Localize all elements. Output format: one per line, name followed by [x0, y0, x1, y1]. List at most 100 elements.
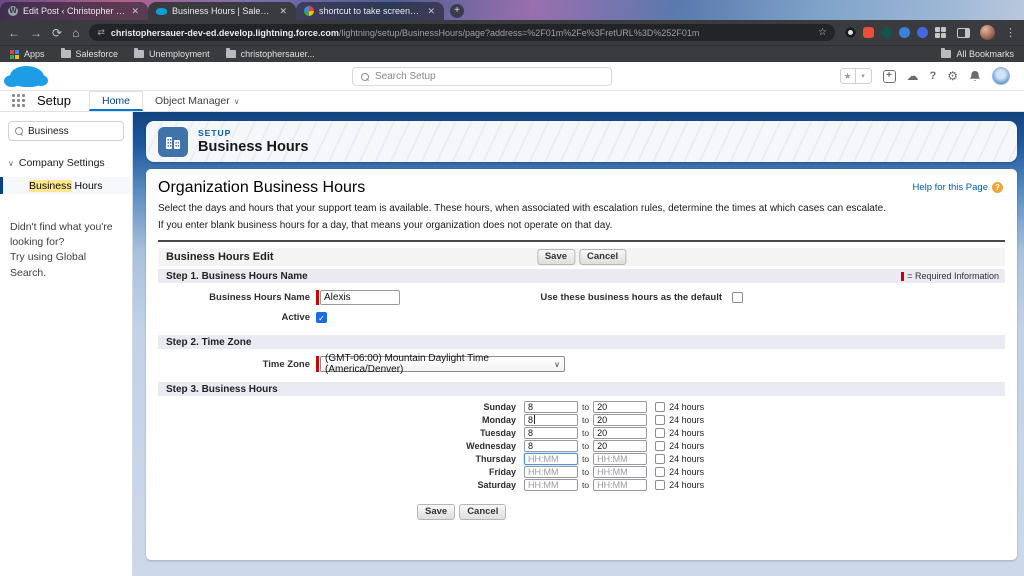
side-panel-icon[interactable] — [957, 28, 970, 38]
save-button-bottom[interactable]: Save — [417, 504, 455, 520]
day-row: Sunday8to2024 hours — [158, 400, 1005, 413]
forward-icon[interactable]: → — [30, 27, 42, 39]
extension-icon-5[interactable] — [917, 27, 928, 38]
favorites-control[interactable]: ★ ▾ — [840, 68, 872, 84]
page-header-banner: SETUP Business Hours — [146, 121, 1017, 162]
tab-title: Business Hours | Salesforce — [172, 6, 273, 16]
help-for-page-link[interactable]: Help for this Page ? — [912, 182, 1003, 193]
time-input[interactable]: 8 — [524, 414, 578, 426]
time-input[interactable]: 20 — [593, 427, 647, 439]
business-hours-name-input[interactable]: Alexis — [320, 290, 400, 305]
text-cursor — [534, 415, 535, 424]
extension-icon-2[interactable] — [863, 27, 874, 38]
trailhead-cloud-icon[interactable]: ☁ — [907, 70, 919, 82]
tab-home[interactable]: Home — [89, 91, 143, 111]
help-icon[interactable]: ? — [930, 71, 937, 82]
home-icon[interactable]: ⌂ — [72, 27, 79, 39]
default-checkbox[interactable] — [732, 292, 743, 303]
hours-24-label: 24 hours — [669, 428, 704, 438]
hours-24-checkbox[interactable] — [655, 441, 665, 451]
user-avatar[interactable] — [992, 67, 1010, 85]
to-label: to — [582, 415, 589, 425]
active-checkbox[interactable]: ✓ — [316, 312, 327, 323]
tree-group-company-settings[interactable]: ∨ Company Settings — [8, 157, 132, 169]
apps-grid-icon — [10, 50, 19, 59]
extensions-puzzle-icon[interactable] — [935, 27, 947, 39]
day-label: Tuesday — [158, 428, 524, 438]
time-zone-select[interactable]: (GMT-06:00) Mountain Daylight Time (Amer… — [320, 356, 565, 372]
url-bar[interactable]: ⇄ christophersauer-dev-ed.develop.lightn… — [89, 24, 835, 41]
time-input[interactable]: 8 — [524, 440, 578, 452]
tab-wordpress[interactable]: W Edit Post ‹ Christopher Sau ✕ — [0, 2, 148, 20]
quick-create-icon[interactable]: + — [883, 70, 896, 83]
folder-icon — [941, 50, 951, 58]
hours-24-checkbox[interactable] — [655, 480, 665, 490]
time-input[interactable]: HH:MM — [593, 466, 647, 478]
bookmark-folder-salesforce[interactable]: Salesforce — [61, 49, 119, 59]
sidebar-item-business-hours[interactable]: Business Hours — [0, 177, 132, 194]
app-launcher-icon[interactable] — [12, 94, 27, 109]
breadcrumb: SETUP — [198, 128, 308, 138]
extension-icon-1[interactable] — [845, 27, 856, 38]
salesforce-global-header: Search Setup ★ ▾ + ☁ ? ⚙ — [0, 62, 1024, 91]
hours-24-checkbox[interactable] — [655, 415, 665, 425]
setup-search-box[interactable]: Search Setup — [352, 67, 612, 86]
cancel-button-top[interactable]: Cancel — [579, 249, 626, 265]
chrome-profile-avatar[interactable] — [980, 25, 995, 40]
hours-24-checkbox[interactable] — [655, 454, 665, 464]
bookmark-star-icon[interactable]: ☆ — [818, 27, 827, 38]
time-input[interactable]: 20 — [593, 440, 647, 452]
time-input[interactable]: HH:MM — [524, 479, 578, 491]
extension-icon-3[interactable] — [881, 27, 892, 38]
time-input[interactable]: 8 — [524, 427, 578, 439]
time-input[interactable]: HH:MM — [524, 466, 578, 478]
sidebar-search-input[interactable]: Business — [8, 121, 124, 141]
hours-24-checkbox[interactable] — [655, 428, 665, 438]
hours-24-checkbox[interactable] — [655, 467, 665, 477]
favorites-chevron-icon[interactable]: ▾ — [856, 68, 872, 84]
time-input[interactable]: HH:MM — [593, 479, 647, 491]
day-row: SaturdayHH:MMtoHH:MM24 hours — [158, 478, 1005, 491]
reload-icon[interactable]: ⟳ — [52, 27, 62, 39]
hours-24-checkbox[interactable] — [655, 402, 665, 412]
time-zone-label: Time Zone — [158, 359, 316, 370]
cancel-button-bottom[interactable]: Cancel — [459, 504, 506, 520]
save-button-top[interactable]: Save — [537, 249, 575, 265]
notifications-bell-icon[interactable] — [969, 70, 981, 83]
day-row: ThursdayHH:MMtoHH:MM24 hours — [158, 452, 1005, 465]
browser-toolbar: ← → ⟳ ⌂ ⇄ christophersauer-dev-ed.develo… — [0, 20, 1024, 45]
all-bookmarks[interactable]: All Bookmarks — [941, 49, 1014, 59]
favorites-star-icon[interactable]: ★ — [840, 68, 856, 84]
salesforce-cloud-icon — [156, 8, 167, 15]
folder-icon — [134, 50, 144, 58]
bookmark-apps[interactable]: Apps — [10, 49, 45, 59]
extensions-row — [845, 27, 947, 39]
edit-section-header: Business Hours Edit Save Cancel — [158, 248, 1005, 266]
description-line-1: Select the days and hours that your supp… — [158, 203, 1005, 214]
time-input[interactable]: HH:MM — [524, 453, 578, 465]
time-input[interactable]: 8 — [524, 401, 578, 413]
back-icon[interactable]: ← — [8, 27, 20, 39]
time-input[interactable]: HH:MM — [593, 453, 647, 465]
hours-24-label: 24 hours — [669, 480, 704, 490]
day-label: Thursday — [158, 454, 524, 464]
site-info-icon[interactable]: ⇄ — [97, 27, 105, 38]
extension-icon-4[interactable] — [899, 27, 910, 38]
bookmark-folder-unemployment[interactable]: Unemployment — [134, 49, 210, 59]
url-domain: christophersauer-dev-ed.develop.lightnin… — [111, 28, 339, 38]
help-question-icon: ? — [992, 182, 1003, 193]
close-icon[interactable]: ✕ — [278, 6, 288, 17]
close-icon[interactable]: ✕ — [130, 6, 140, 17]
setup-gear-icon[interactable]: ⚙ — [947, 70, 958, 82]
new-tab-button[interactable]: + — [450, 4, 464, 18]
tab-screenshot-help[interactable]: shortcut to take screenshot ✕ — [296, 2, 444, 20]
content-region: Business ∨ Company Settings Business Hou… — [0, 112, 1024, 576]
day-label: Sunday — [158, 402, 524, 412]
time-input[interactable]: 20 — [593, 414, 647, 426]
browser-menu-icon[interactable]: ⋮ — [1005, 26, 1016, 39]
time-input[interactable]: 20 — [593, 401, 647, 413]
close-icon[interactable]: ✕ — [426, 6, 436, 17]
tab-object-manager[interactable]: Object Manager∨ — [143, 91, 252, 111]
tab-salesforce[interactable]: Business Hours | Salesforce ✕ — [148, 2, 296, 20]
bookmark-folder-christophersauer[interactable]: christophersauer... — [226, 49, 315, 59]
